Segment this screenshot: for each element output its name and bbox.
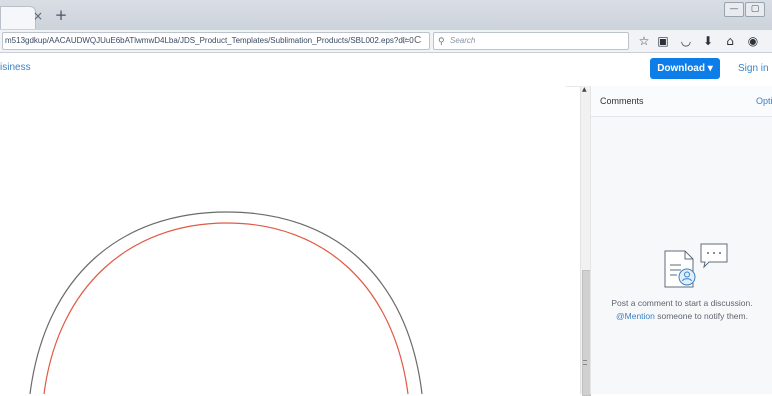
url-dropdown-icon[interactable]: ▽ xyxy=(401,33,407,49)
home-icon[interactable]: ⌂ xyxy=(722,33,738,49)
tab-close-icon[interactable]: × xyxy=(33,9,43,23)
brand-link[interactable]: isiness xyxy=(0,62,31,73)
chat-icon[interactable]: ◉ xyxy=(745,33,761,49)
search-icon: ⚲ xyxy=(438,36,445,46)
url-bar[interactable]: m513gdkup/AACAUDWQJUuE6bATlwmwD4Lba/JDS_… xyxy=(2,32,430,50)
mention-link[interactable]: @Mention xyxy=(616,311,655,321)
scroll-grip-icon xyxy=(583,360,587,365)
download-button[interactable]: Download ▾ xyxy=(650,58,720,79)
comments-options-link[interactable]: Opti xyxy=(756,96,772,106)
browser-tab[interactable] xyxy=(0,6,36,29)
star-icon[interactable]: ☆ xyxy=(636,33,652,49)
browser-toolbar: m513gdkup/AACAUDWQJUuE6bATlwmwD4Lba/JDS_… xyxy=(0,30,772,53)
file-preview xyxy=(0,86,566,394)
comments-header: Comments Opti xyxy=(591,86,772,117)
reload-icon[interactable]: C xyxy=(414,33,421,49)
template-inner-bleed xyxy=(43,222,409,394)
search-input[interactable]: ⚲ Search xyxy=(433,32,629,50)
pocket-icon[interactable]: ◡ xyxy=(678,33,694,49)
tab-strip: × + — ▢ xyxy=(0,0,772,31)
app-header: isiness Download ▾ Sign in xyxy=(0,53,772,87)
new-tab-icon[interactable]: + xyxy=(53,8,69,24)
url-text: m513gdkup/AACAUDWQJUuE6bATlwmwD4Lba/JDS_… xyxy=(5,36,414,45)
download-arrow-icon[interactable]: ⬇ xyxy=(700,33,716,49)
comments-empty-hint: @Mention someone to notify them. xyxy=(591,311,772,321)
reading-list-icon[interactable]: ▣ xyxy=(655,33,671,49)
comments-title: Comments xyxy=(600,96,644,106)
template-outer-outline xyxy=(29,211,423,394)
comments-empty-hint-text: someone to notify them. xyxy=(654,311,748,321)
comments-empty-message: Post a comment to start a discussion. xyxy=(611,298,753,308)
maximize-icon[interactable]: ▢ xyxy=(745,2,765,17)
scroll-up-arrow-icon[interactable]: ▲ xyxy=(582,86,587,93)
sign-in-link[interactable]: Sign in xyxy=(738,63,769,74)
comments-panel: Comments Opti Post a comment to start a … xyxy=(590,86,772,394)
comments-empty-illustration-icon xyxy=(664,243,728,288)
search-placeholder: Search xyxy=(450,36,476,45)
minimize-icon[interactable]: — xyxy=(724,2,744,17)
